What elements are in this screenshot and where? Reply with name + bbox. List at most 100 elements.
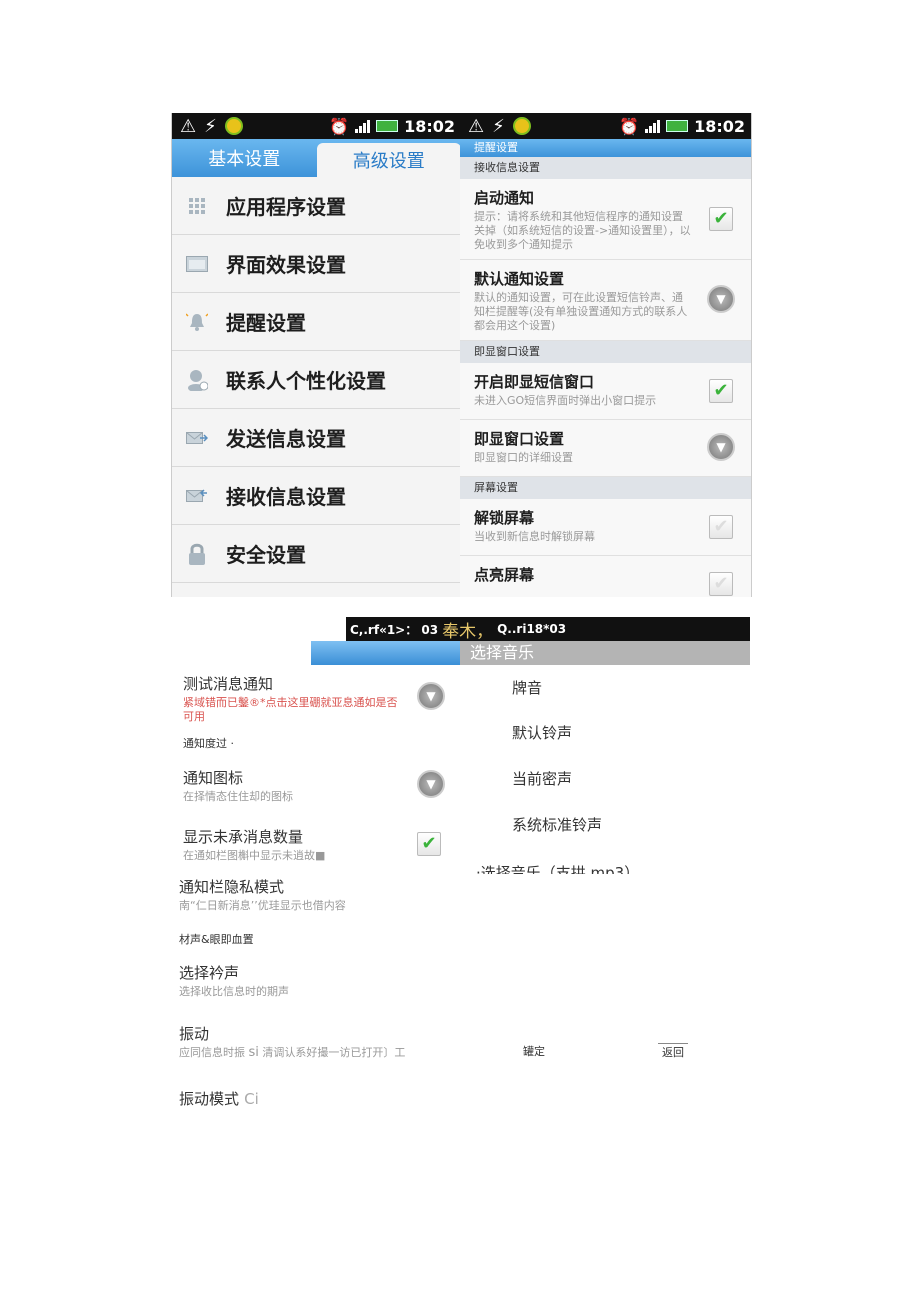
setting-title: 显示未承消息数量	[183, 828, 304, 846]
light-screen-checkbox[interactable]: ✔	[709, 572, 733, 596]
setting-title: 通知栏隐私模式	[179, 878, 285, 896]
settings-menu: 应用程序设置 界面效果设置 提醒设置 联系人个性化设置 发送信息设置 接收信息设…	[172, 177, 461, 583]
alarm-icon: ⏰	[619, 116, 640, 136]
music-option-cut[interactable]: ·选择音乐（支拱 mp3）	[476, 862, 666, 874]
setting-title: 测试消息通知	[183, 675, 274, 693]
status-bar: ⚠ ⚡ ⏰ 18:02	[460, 113, 751, 139]
setting-title: 振动模式	[179, 1090, 240, 1108]
setting-desc: 当收到新信息时解锁屏幕	[474, 530, 595, 543]
signal-icon	[645, 119, 661, 133]
setting-title: 点亮屏幕	[474, 566, 535, 584]
show-unread-checkbox[interactable]: ✔	[417, 832, 441, 856]
setting-title: 振动	[179, 1025, 210, 1043]
music-option[interactable]: 当前密声	[512, 768, 572, 789]
menu-item-reminder-settings[interactable]: 提醒设置	[172, 293, 461, 351]
setting-desc: 在择情态住住却的图标	[183, 790, 293, 803]
menu-label: 应用程序设置	[226, 195, 346, 219]
music-option[interactable]: 牌音	[512, 677, 542, 698]
setting-desc: 默认的通知设置，可在此设置短信铃声、通知栏提醒等(没有单独设置通知方式的联系人都…	[474, 291, 688, 332]
garbled-text-big: 奉木，	[442, 621, 494, 642]
receive-mail-icon	[186, 486, 208, 506]
menu-item-send-settings[interactable]: 发送信息设置	[172, 409, 461, 467]
chevron-down-icon[interactable]: ▼	[417, 682, 445, 710]
setting-notify-icon[interactable]: 通知图标 在择情态住住却的图标 ▼	[183, 767, 445, 803]
start-notify-checkbox[interactable]: ✔	[709, 207, 733, 231]
music-option[interactable]: 默认铃声	[512, 722, 572, 743]
setting-desc: 提示：请将系统和其他短信程序的通知设置关掉（如系统短信的设置->通知设置里），以…	[474, 210, 691, 251]
menu-label: 界面效果设置	[226, 253, 346, 277]
setting-title: 默认通知设置	[474, 270, 565, 288]
contact-icon	[186, 369, 208, 391]
battery-icon	[376, 120, 399, 132]
setting-unlock-screen[interactable]: 解锁屏幕 当收到新信息时解锁屏幕 ✔	[460, 499, 751, 556]
setting-title: 即显窗口设置	[474, 430, 565, 448]
page-title: 提醒设置	[460, 139, 751, 157]
setting-popup-enable[interactable]: 开启即显短信窗口 未进入GO短信界面时弹出小窗口提示 ✔	[460, 363, 751, 420]
chevron-down-icon[interactable]: ▼	[707, 433, 735, 461]
vibrate-desc-suffix: 清调认系好撮一访已打开〕工	[262, 1046, 406, 1059]
setting-desc: 紧域错而已鑿®*点击这里硼就亚息通如是否可用	[183, 696, 398, 723]
setting-title: 通知图标	[183, 769, 244, 787]
setting-desc: 在通如栏图槲中显示未逍故■	[183, 849, 326, 862]
gps-icon	[224, 117, 243, 135]
menu-label: 安全设置	[226, 543, 306, 567]
menu-label: 接收信息设置	[226, 485, 346, 509]
setting-show-unread[interactable]: 显示未承消息数量 在通如栏图槲中显示未逍故■ ✔	[183, 826, 443, 862]
setting-desc: 未进入GO短信界面时弹出小窗口提示	[474, 394, 657, 407]
reminder-settings-list: 接收信息设置 启动通知 提示：请将系统和其他短信程序的通知设置关掉（如系统短信的…	[460, 157, 751, 597]
status-time: 18:02	[694, 116, 745, 136]
status-bar: ⚠ ⚡ ⏰ 18:02	[172, 113, 461, 139]
select-music-label: ·选择音乐（支拱 mp3）	[476, 864, 640, 874]
status-time: 18:02	[404, 116, 455, 136]
grid-icon	[186, 196, 208, 216]
vibrate-desc-big: si	[248, 1045, 259, 1060]
battery-icon	[666, 120, 689, 132]
bell-icon	[186, 312, 208, 332]
menu-item-app-settings[interactable]: 应用程序设置	[172, 177, 461, 235]
lock-icon	[186, 543, 208, 565]
setting-start-notify[interactable]: 启动通知 提示：请将系统和其他短信程序的通知设置关掉（如系统短信的设置->通知设…	[460, 179, 751, 260]
setting-desc: 应同信息时振 si 清调认系好撮一访已打开〕工	[179, 1046, 479, 1060]
left-settings-screen: ⚠ ⚡ ⏰ 18:02 基本设置 高级设置 应用程序设置 界面效果设置 提醒设置…	[171, 113, 461, 597]
setting-title: 启动通知	[474, 189, 535, 207]
ok-button[interactable]: 罐定	[523, 1043, 545, 1059]
setting-desc: 即显窗口的详细设置	[474, 451, 573, 464]
music-option[interactable]: 系统标准铃声	[512, 814, 602, 835]
tab-basic[interactable]: 基本设置	[172, 139, 317, 177]
popup-enable-checkbox[interactable]: ✔	[709, 379, 733, 403]
menu-item-contact-settings[interactable]: 联系人个性化设置	[172, 351, 461, 409]
menu-item-receive-settings[interactable]: 接收信息设置	[172, 467, 461, 525]
setting-title: 解锁屏幕	[474, 509, 535, 527]
settings-tabs: 基本设置 高级设置	[172, 139, 461, 177]
vibrate-desc-prefix: 应同信息时振	[179, 1046, 245, 1059]
setting-default-notify[interactable]: 默认通知设置 默认的通知设置，可在此设置短信铃声、通知栏提醒等(没有单独设置通知…	[460, 260, 751, 341]
alarm-icon: ⏰	[329, 116, 350, 136]
section-header-sound: 材声&眼即血置	[179, 933, 254, 946]
setting-desc: 南“仁日新消息’’优珪显示也借内容	[179, 899, 346, 912]
garbled-text-suffix: Q..ri18*03	[497, 622, 567, 636]
menu-item-ui-settings[interactable]: 界面效果设置	[172, 235, 461, 293]
setting-title: 选择衿声	[179, 964, 240, 982]
usb-icon: ⚡	[204, 115, 217, 137]
tab-advanced[interactable]: 高级设置	[316, 143, 461, 177]
setting-privacy-mode[interactable]: 通知栏隐私模式 南“仁日新消息’’优珪显示也借内容	[179, 876, 439, 913]
setting-light-screen[interactable]: 点亮屏幕 ✔	[460, 556, 751, 597]
warning-icon: ⚠	[468, 115, 485, 137]
unlock-screen-checkbox[interactable]: ✔	[709, 515, 733, 539]
setting-vibrate-mode[interactable]: 振动模式 Ci	[179, 1088, 259, 1109]
setting-test-notify[interactable]: 测试消息通知 紧域错而已鑿®*点击这里硼就亚息通如是否可用 ▼	[183, 673, 445, 723]
setting-ringtone[interactable]: 选择衿声 选择收比信息时的期声	[179, 962, 439, 999]
section-header-notify: 通知度过 ·	[183, 737, 234, 750]
signal-icon	[355, 119, 371, 133]
section-header-receive: 接收信息设置	[460, 157, 751, 179]
usb-icon: ⚡	[492, 115, 505, 137]
section-header-screen: 屏幕设置	[460, 477, 751, 499]
setting-title: 开启即显短信窗口	[474, 373, 595, 391]
chevron-down-icon[interactable]: ▼	[707, 285, 735, 313]
gps-icon	[512, 117, 531, 135]
setting-popup-settings[interactable]: 即显窗口设置 即显窗口的详细设置 ▼	[460, 420, 751, 477]
back-button[interactable]: 返回	[658, 1043, 688, 1060]
menu-item-security-settings[interactable]: 安全设置	[172, 525, 461, 583]
chevron-down-icon[interactable]: ▼	[417, 770, 445, 798]
setting-vibrate[interactable]: 振动 应同信息时振 si 清调认系好撮一访已打开〕工	[179, 1023, 479, 1060]
